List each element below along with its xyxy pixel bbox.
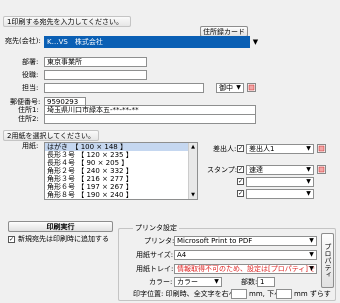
- list-item[interactable]: 角形３号 【 216 × 277 】: [45, 175, 188, 183]
- properties-button[interactable]: プロパティ: [321, 233, 334, 288]
- printer-label: プリンタ:: [144, 237, 175, 245]
- scroll-up-icon[interactable]: ▲: [189, 143, 197, 151]
- tray-select[interactable]: 情報取得不可のため、設定は[プロパティ]でして下さい ▼: [174, 264, 317, 274]
- person-input[interactable]: [44, 83, 204, 93]
- chevron-down-icon: ▼: [306, 190, 311, 197]
- color-label: カラー:: [149, 278, 173, 286]
- copies-label: 部数:: [241, 278, 258, 286]
- color-select-value: カラー: [177, 278, 198, 286]
- scroll-down-icon[interactable]: ▼: [189, 191, 197, 199]
- stamp-checkbox-3[interactable]: ✓: [237, 190, 244, 197]
- position-down-input[interactable]: [276, 289, 292, 299]
- sender-checkbox[interactable]: ✓: [237, 145, 244, 152]
- address1-label: 住所1:: [18, 106, 39, 114]
- stamp-select-3[interactable]: ▼: [246, 189, 314, 199]
- add-new-label: 新規宛先は印刷時に追加する: [18, 235, 109, 243]
- company-input[interactable]: K…VS 株式会社: [44, 36, 250, 48]
- stamp-label: スタンプ:: [207, 166, 238, 174]
- stamp-select-2[interactable]: ▼: [246, 177, 314, 187]
- chevron-down-icon: ▼: [309, 265, 314, 272]
- tray-select-value: 情報取得不可のため、設定は[プロパティ]でして下さい: [177, 265, 316, 273]
- stamp-select-1[interactable]: 速達 ▼: [246, 165, 314, 175]
- stamp-edit-icon[interactable]: [317, 165, 326, 174]
- list-item[interactable]: 長形４号 【 90 × 205 】: [45, 159, 188, 167]
- chevron-down-icon: ▼: [309, 237, 314, 244]
- paper-size-select-value: A4: [177, 251, 187, 259]
- printer-settings-title: プリンタ設定: [133, 224, 179, 233]
- printer-select[interactable]: Microsoft Print to PDF ▼: [174, 236, 317, 246]
- color-select[interactable]: カラー ▼: [174, 277, 222, 287]
- honorific-value: 御中: [219, 84, 233, 92]
- chevron-down-icon: ▼: [306, 178, 311, 185]
- list-item[interactable]: 角形２号 【 240 × 332 】: [45, 167, 188, 175]
- role-label: 役職:: [22, 71, 39, 79]
- chevron-down-icon: ▼: [306, 145, 311, 152]
- stamp-checkbox-1[interactable]: ✓: [237, 166, 244, 173]
- position-unit2: mm ずらす: [294, 290, 331, 298]
- address2-label: 住所2:: [18, 115, 39, 123]
- company-label: 宛先(会社):: [5, 37, 41, 45]
- dept-label: 部署:: [22, 58, 39, 66]
- position-right-input[interactable]: [231, 289, 247, 299]
- stamp-select-1-value: 速達: [249, 166, 263, 174]
- add-new-checkbox[interactable]: ✓: [8, 236, 15, 243]
- print-button[interactable]: 印刷実行: [8, 221, 113, 232]
- honorific-edit-icon[interactable]: [247, 83, 256, 92]
- paper-label: 用紙:: [22, 142, 39, 150]
- paper-list-scrollbar[interactable]: ▲ ▼: [188, 143, 197, 199]
- list-item[interactable]: 長形３号 【 120 × 235 】: [45, 151, 188, 159]
- chevron-down-icon: ▼: [309, 251, 314, 258]
- stamp-checkbox-2[interactable]: ✓: [237, 178, 244, 185]
- chevron-down-icon: ▼: [306, 166, 311, 173]
- sender-edit-icon[interactable]: [317, 144, 326, 153]
- person-label: 担当:: [22, 84, 39, 92]
- sender-select-value: 差出人1: [249, 145, 275, 153]
- address2-input[interactable]: [44, 114, 256, 124]
- copies-input[interactable]: 1: [257, 277, 275, 287]
- role-input[interactable]: [44, 70, 147, 80]
- tray-label: 用紙トレイ:: [136, 265, 174, 273]
- list-item[interactable]: はがき 【 100 × 148 】: [45, 143, 188, 151]
- printer-select-value: Microsoft Print to PDF: [177, 237, 253, 245]
- chevron-down-icon: ▼: [236, 84, 241, 91]
- chevron-down-icon: ▼: [214, 278, 219, 285]
- paper-size-select[interactable]: A4 ▼: [174, 250, 317, 260]
- list-item[interactable]: 角形６号 【 197 × 267 】: [45, 183, 188, 191]
- paper-size-label: 用紙サイズ:: [136, 251, 174, 259]
- sender-label: 差出人:: [213, 145, 237, 153]
- list-item[interactable]: 角形８号 【 190 × 240 】: [45, 191, 188, 199]
- paper-list[interactable]: はがき 【 100 × 148 】 長形３号 【 120 × 235 】 長形４…: [44, 142, 198, 200]
- dept-input[interactable]: 東京事業所: [44, 57, 147, 67]
- sender-select[interactable]: 差出人1 ▼: [246, 144, 314, 154]
- company-dropdown-arrow-icon[interactable]: ▼: [251, 38, 260, 47]
- section1-title: 1印刷する宛先を入力してください。: [3, 16, 131, 27]
- section2-title: 2用紙を選択してください。: [3, 130, 99, 141]
- position-label: 印字位置: 印刷時、全文字を右へ: [133, 290, 236, 298]
- honorific-select[interactable]: 御中 ▼: [216, 83, 244, 93]
